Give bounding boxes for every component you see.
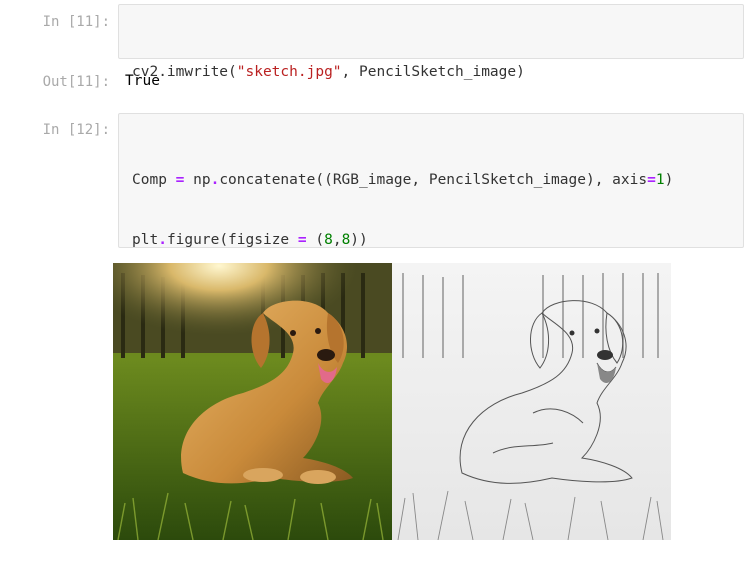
cell-11-in-prompt: In [11]: — [42, 14, 110, 30]
cell-11-out-prompt: Out[11]: — [42, 74, 110, 90]
pencil-sketch — [392, 263, 671, 540]
cell-11-code: cv2.imwrite("sketch.jpg", PencilSketch_i… — [132, 21, 525, 122]
cell-12-output-figure — [113, 263, 671, 540]
cell-11-output: True — [125, 73, 160, 89]
cell-12-input[interactable]: Comp = np.concatenate((RGB_image, Pencil… — [118, 113, 744, 431]
code-line-1: Comp = np.concatenate((RGB_image, Pencil… — [132, 171, 674, 188]
cell-11-input[interactable]: cv2.imwrite("sketch.jpg", PencilSketch_i… — [118, 4, 744, 80]
code-line-1: cv2.imwrite("sketch.jpg", PencilSketch_i… — [132, 63, 525, 80]
cell-12-in-prompt: In [12]: — [42, 122, 110, 138]
code-line-2: plt.figure(figsize = (8,8)) — [132, 232, 368, 249]
rgb-photo — [113, 263, 392, 540]
